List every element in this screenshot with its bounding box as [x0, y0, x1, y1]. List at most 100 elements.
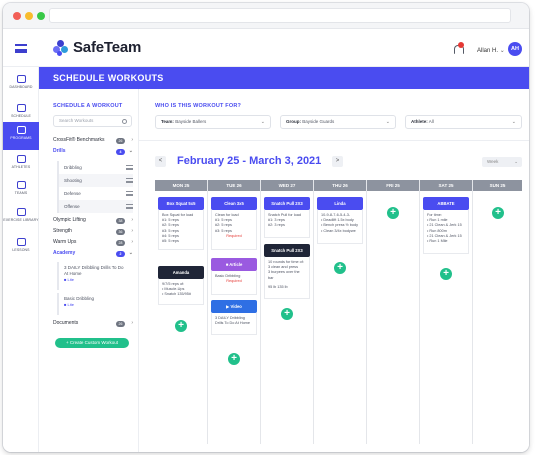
add-workout-button[interactable]: + — [440, 268, 452, 280]
academy-item[interactable]: 3 DAILY Dribbling Drills To Do At Home ■ … — [57, 262, 133, 290]
team-select[interactable]: Team: Bayside Ballers ⌄ — [155, 115, 271, 129]
workout-card-title[interactable]: ABBATE — [423, 197, 469, 210]
view-select[interactable]: Week ⌄ — [482, 157, 522, 167]
category-drills[interactable]: Drills 4 ⌄ — [53, 147, 133, 156]
add-workout-button[interactable]: + — [387, 207, 399, 219]
workout-library-pane: SCHEDULE A WORKOUT Search Workouts Cross… — [39, 89, 139, 452]
nav-teams[interactable]: TEAMS — [3, 177, 39, 205]
filter-label: Team: — [161, 119, 174, 124]
chevron-down-icon: ⌄ — [128, 250, 133, 256]
nav-label: ATHLETES — [11, 165, 31, 169]
day-column-wed[interactable]: WED 27 Snatch Pull 2X3 Snatch Pull for l… — [261, 180, 313, 444]
workout-card-title[interactable]: Amanda — [158, 266, 204, 279]
calendar-icon — [16, 104, 26, 112]
category-academy[interactable]: Academy 2 ⌄ — [53, 249, 133, 258]
search-icon — [122, 119, 127, 124]
drill-item[interactable]: Offense — [57, 200, 133, 213]
avatar[interactable]: AH — [508, 42, 522, 56]
workout-card-body: For time: • Run 1 mile • 21 Clean & Jerk… — [423, 210, 469, 254]
workout-card-body: 9/7/5 reps of: • Muscle-Ups • Snatch 135… — [158, 279, 204, 305]
add-workout-button[interactable]: + — [228, 353, 240, 365]
card-text: Clean for load #1: 5 reps #2: 5 reps #3:… — [215, 213, 239, 233]
workout-card-title[interactable]: Box Squat 5x5 — [158, 197, 204, 210]
nav-programs[interactable]: PROGRAMS — [3, 122, 39, 150]
day-header: MON 25 — [155, 180, 207, 191]
top-bar: SafeTeam Allan H. ⌄ AH — [3, 29, 529, 67]
add-workout-button[interactable]: + — [175, 320, 187, 332]
address-bar[interactable] — [49, 8, 511, 23]
nav-exercise-library[interactable]: EXERCISE LIBRARY — [3, 204, 39, 232]
day-column-thu[interactable]: THU 26 Linda 10-9-8-7-6-5-4-3- • Deadlif… — [314, 180, 366, 444]
day-header: SUN 25 — [473, 180, 522, 191]
drill-item[interactable]: Defense — [57, 187, 133, 200]
close-window-icon[interactable] — [13, 12, 21, 20]
day-column-mon[interactable]: MON 25 Box Squat 5x5 Box Squat for load … — [155, 180, 207, 444]
drill-label: Shooting — [64, 178, 82, 183]
card-title-text: Video — [230, 304, 242, 309]
menu-icon[interactable] — [15, 44, 27, 53]
required-label: Required — [226, 233, 242, 238]
day-column-sun[interactable]: SUN 25 + — [473, 180, 522, 444]
video-card-body: 3 DAILY Dribbling Drills To Do At Home — [211, 313, 257, 335]
workout-card-body: 10-9-8-7-6-5-4-3- • Deadlift 1.5x body •… — [317, 210, 363, 244]
workout-card-title[interactable]: Clean 3x5 — [211, 197, 257, 210]
video-card-title[interactable]: ▶ Video — [211, 300, 257, 313]
workout-card-title[interactable]: Snatch Pull 2X3 — [264, 197, 310, 210]
drag-handle-icon[interactable] — [126, 178, 133, 183]
article-card-title[interactable]: ■ Article — [211, 258, 257, 271]
group-select[interactable]: Group: Bayside Guards ⌄ — [280, 115, 396, 129]
academy-item[interactable]: Basic Dribbling ■ Lite — [57, 293, 133, 315]
drag-handle-icon[interactable] — [126, 165, 133, 170]
nav-label: TEAMS — [14, 191, 28, 195]
day-column-sat[interactable]: SAT 25 ABBATE For time: • Run 1 mile • 2… — [420, 180, 472, 444]
teams-icon — [16, 181, 26, 189]
day-column-tue[interactable]: TUE 26 Clean 3x5 Clean for load #1: 5 re… — [208, 180, 260, 444]
programs-icon — [16, 126, 26, 134]
prev-week-button[interactable]: < — [155, 156, 166, 167]
category-documents[interactable]: Documents 26 › — [53, 319, 133, 328]
nav-label: LESSONS — [12, 248, 30, 252]
category-olympic-lifting[interactable]: Olympic Lifting 38 › — [53, 216, 133, 225]
category-warm-ups[interactable]: Warm Ups 28 › — [53, 238, 133, 247]
page-banner: SCHEDULE WORKOUTS — [39, 67, 529, 89]
workout-card-title[interactable]: Snatch Pull 2X3 — [264, 244, 310, 257]
add-workout-button[interactable]: + — [334, 262, 346, 274]
add-workout-button[interactable]: + — [281, 308, 293, 320]
category-label: CrossFit® Benchmarks — [53, 137, 105, 143]
drill-item[interactable]: Dribbling — [57, 161, 133, 174]
nav-lessons[interactable]: LESSONS — [3, 234, 39, 262]
logo-mark-icon — [53, 39, 69, 56]
drag-handle-icon[interactable] — [126, 204, 133, 209]
nav-athletes[interactable]: ATHLETES — [3, 151, 39, 179]
add-workout-button[interactable]: + — [492, 207, 504, 219]
chevron-down-icon: ⌄ — [514, 159, 518, 164]
nav-label: SCHEDULE — [11, 114, 31, 118]
minimize-window-icon[interactable] — [25, 12, 33, 20]
next-week-button[interactable]: > — [332, 156, 343, 167]
side-nav: DASHBOARD SCHEDULE PROGRAMS ATHLETES TEA… — [3, 67, 39, 452]
academy-item-title: 3 DAILY Dribbling Drills To Do At Home — [64, 265, 124, 276]
user-menu[interactable]: Allan H. ⌄ — [477, 47, 505, 54]
view-value: Week — [487, 159, 499, 164]
drill-label: Offense — [64, 204, 80, 209]
create-custom-workout-button[interactable]: + Create Custom Workout — [55, 338, 129, 348]
weight-meta: 95 lb 135 lb — [268, 284, 288, 289]
athlete-select[interactable]: Athlete: All ⌄ — [405, 115, 522, 129]
category-crossfit[interactable]: CrossFit® Benchmarks 26 › — [53, 136, 133, 145]
workout-card-body: 10 rounds for time of: 3 clean and press… — [264, 257, 310, 299]
search-input[interactable]: Search Workouts — [53, 115, 132, 127]
chevron-right-icon: › — [131, 137, 133, 143]
maximize-window-icon[interactable] — [37, 12, 45, 20]
count-badge: 38 — [116, 217, 125, 224]
video-tag: ■ Lite — [64, 277, 74, 282]
day-column-fri[interactable]: FRI 25 + — [367, 180, 419, 444]
tag-label: Lite — [67, 302, 74, 307]
logo[interactable]: SafeTeam — [53, 39, 141, 56]
chevron-down-icon: ⌄ — [511, 119, 516, 125]
drill-item[interactable]: Shooting — [57, 174, 133, 187]
drag-handle-icon[interactable] — [126, 191, 133, 196]
nav-dashboard[interactable]: DASHBOARD — [3, 71, 39, 99]
workout-card-title[interactable]: Linda — [317, 197, 363, 210]
count-badge: 28 — [116, 239, 125, 246]
category-strength[interactable]: Strength 36 › — [53, 227, 133, 236]
